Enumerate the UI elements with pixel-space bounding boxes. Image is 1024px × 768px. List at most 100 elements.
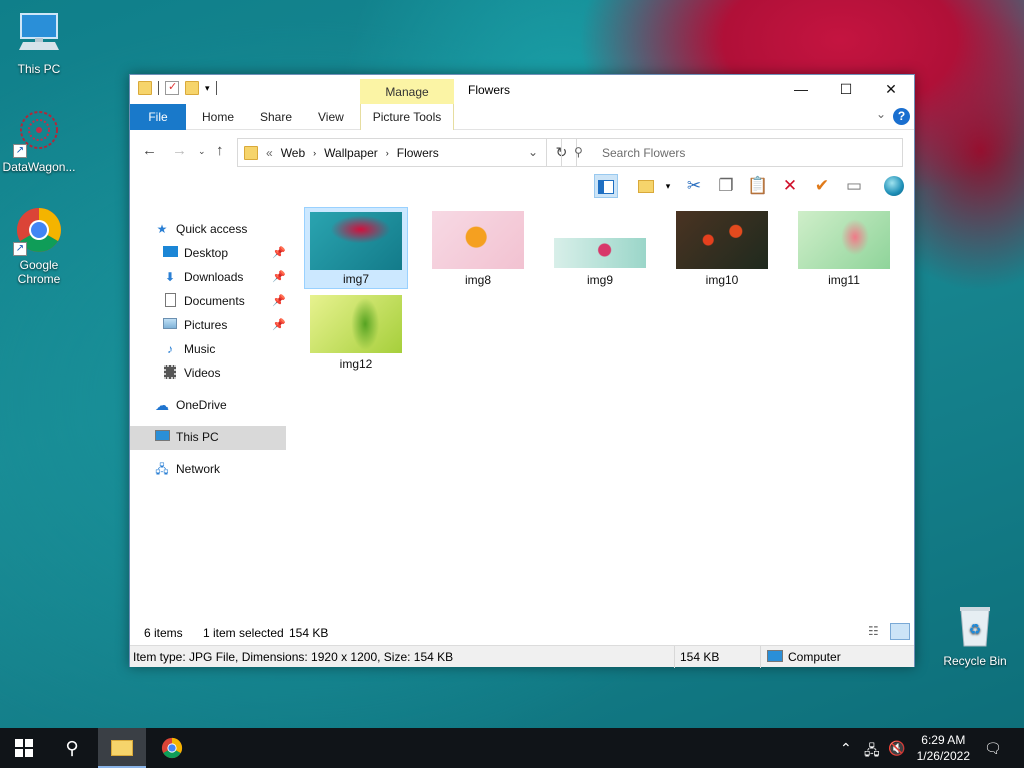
new-folder-icon[interactable] (634, 174, 658, 198)
details-size: 154 KB (680, 650, 720, 664)
cloud-icon: ☁ (155, 397, 169, 413)
file-item-img12[interactable]: img12 (304, 291, 408, 373)
forward-icon[interactable]: → (172, 142, 187, 159)
desktop-icon-label: DataWagon... (2, 160, 76, 174)
chevron-right-icon[interactable]: › (386, 148, 389, 158)
maximize-button[interactable]: ☐ (823, 75, 869, 104)
desktop-icon-datawagon[interactable]: ↗ DataWagon... (1, 108, 77, 174)
file-name: img8 (464, 273, 491, 287)
quick-access-toolbar: ✓ ▾ (138, 81, 217, 95)
notification-icon[interactable]: 🗨 (984, 740, 1002, 757)
tab-picture-tools[interactable]: Picture Tools (360, 104, 454, 130)
rename-icon[interactable]: ✔ (810, 174, 834, 198)
cut-icon[interactable]: ✂ (682, 174, 706, 198)
nav-videos[interactable]: Videos (162, 362, 220, 384)
search-icon[interactable]: ⚲ (48, 728, 96, 768)
tab-home[interactable]: Home (190, 104, 246, 130)
nav-desktop[interactable]: Desktop 📌 (162, 242, 292, 264)
nav-onedrive[interactable]: ☁ OneDrive (154, 394, 227, 416)
nav-label: This PC (176, 430, 219, 444)
customize-qat-icon[interactable]: ▾ (205, 83, 210, 94)
nav-network[interactable]: 🖧 Network (154, 458, 220, 480)
video-icon (162, 365, 178, 381)
item-details: Item type: JPG File, Dimensions: 1920 x … (133, 650, 454, 664)
pin-icon[interactable]: 📌 (272, 266, 286, 288)
breadcrumb-flowers[interactable]: Flowers (397, 146, 439, 160)
file-item-img11[interactable]: img11 (792, 207, 896, 289)
tab-view[interactable]: View (306, 104, 356, 130)
pin-icon[interactable]: 📌 (272, 242, 286, 264)
taskbar: ⚲ ⌃ 🖧 🔇 6:29 AM 1/26/2022 🗨 (0, 728, 1024, 768)
new-folder-icon[interactable] (185, 81, 199, 95)
close-button[interactable]: ✕ (868, 75, 914, 104)
minimize-button[interactable]: — (778, 75, 824, 104)
music-icon: ♪ (167, 342, 173, 356)
preview-pane-icon[interactable] (594, 174, 618, 198)
nav-documents[interactable]: Documents 📌 (162, 290, 292, 312)
nav-label: Pictures (184, 318, 228, 332)
desktop-icon-label: Google Chrome (17, 258, 61, 286)
desktop-icon-chrome[interactable]: ↗ Google Chrome (1, 206, 77, 286)
globe-icon[interactable] (882, 174, 906, 198)
desktop-icon-recycle-bin[interactable]: ♻ Recycle Bin (937, 602, 1013, 668)
recent-locations-icon[interactable]: ⌄ (198, 146, 206, 157)
file-item-img9[interactable]: img9 (548, 207, 652, 289)
nav-this-pc[interactable]: This PC (154, 426, 219, 448)
breadcrumb-web[interactable]: Web (281, 146, 305, 160)
start-button[interactable] (0, 728, 48, 768)
manage-tab[interactable]: Manage (360, 79, 454, 104)
chrome-taskbar-icon[interactable] (148, 728, 196, 768)
network-status-icon[interactable]: 🖧 (864, 740, 880, 764)
nav-music[interactable]: ♪ Music (162, 338, 215, 360)
search-input[interactable]: ⚲ Search Flowers (561, 138, 903, 167)
help-icon[interactable]: ? (893, 108, 910, 125)
up-icon[interactable]: ↑ (216, 142, 224, 159)
file-explorer-taskbar-icon[interactable] (98, 728, 146, 768)
delete-icon[interactable]: ✕ (778, 174, 802, 198)
pin-icon[interactable]: 📌 (272, 290, 286, 312)
breadcrumb-overflow[interactable]: « (266, 146, 273, 160)
tab-share[interactable]: Share (248, 104, 304, 130)
explorer-window: ✓ ▾ Manage Flowers — ☐ ✕ File Home Share… (129, 74, 915, 668)
pin-icon[interactable]: 📌 (272, 314, 286, 336)
navigation-pane: ★ Quick access Desktop 📌 ⬇ Downloads 📌 D… (130, 200, 290, 620)
datawagon-icon: ↗ (13, 108, 63, 158)
desktop-icon-this-pc[interactable]: This PC (1, 10, 77, 76)
chevron-right-icon[interactable]: › (313, 148, 316, 158)
address-bar[interactable]: « Web › Wallpaper › Flowers ⌄ (237, 138, 547, 167)
desktop-icon-label: This PC (17, 62, 61, 76)
nav-label: Music (184, 342, 216, 356)
large-icons-view-icon[interactable] (890, 623, 910, 640)
desktop-icon-label: Recycle Bin (943, 654, 1007, 668)
file-name: img9 (586, 273, 613, 287)
document-icon (162, 293, 178, 309)
properties-icon[interactable]: ✓ (165, 81, 179, 95)
file-item-img7[interactable]: img7 (304, 207, 408, 289)
dropdown-icon[interactable]: ▾ (662, 174, 674, 198)
chevron-up-icon[interactable]: ⌃ (840, 740, 852, 757)
file-item-img8[interactable]: img8 (426, 207, 530, 289)
copy-icon[interactable]: ❐ (714, 174, 738, 198)
properties-icon[interactable]: ▭ (842, 174, 866, 198)
volume-muted-icon[interactable]: 🔇 (888, 740, 905, 757)
divider (215, 81, 217, 95)
nav-quick-access[interactable]: ★ Quick access (154, 218, 248, 240)
file-item-img10[interactable]: img10 (670, 207, 774, 289)
clock-time: 6:29 AM (921, 733, 966, 747)
breadcrumb-wallpaper[interactable]: Wallpaper (324, 146, 378, 160)
paste-icon[interactable]: 📋 (746, 174, 770, 198)
file-list: img7 img8 img9 img10 img11 img12 (300, 205, 910, 615)
address-row: ← → ⌄ ↑ « Web › Wallpaper › Flowers ⌄ ↻ … (130, 130, 914, 172)
chevron-down-icon[interactable]: ⌄ (876, 107, 886, 121)
details-view-icon[interactable]: ☷ (868, 624, 879, 638)
nav-pictures[interactable]: Pictures 📌 (162, 314, 292, 336)
clock[interactable]: 6:29 AM 1/26/2022 (917, 732, 970, 764)
computer-icon (15, 10, 63, 58)
address-dropdown-icon[interactable]: ⌄ (528, 145, 538, 159)
back-icon[interactable]: ← (142, 142, 157, 159)
thumbnail-image (432, 211, 524, 269)
search-icon: ⚲ (574, 145, 583, 159)
nav-downloads[interactable]: ⬇ Downloads 📌 (162, 266, 292, 288)
desktop-icon (162, 245, 178, 261)
tab-file[interactable]: File (130, 104, 186, 130)
